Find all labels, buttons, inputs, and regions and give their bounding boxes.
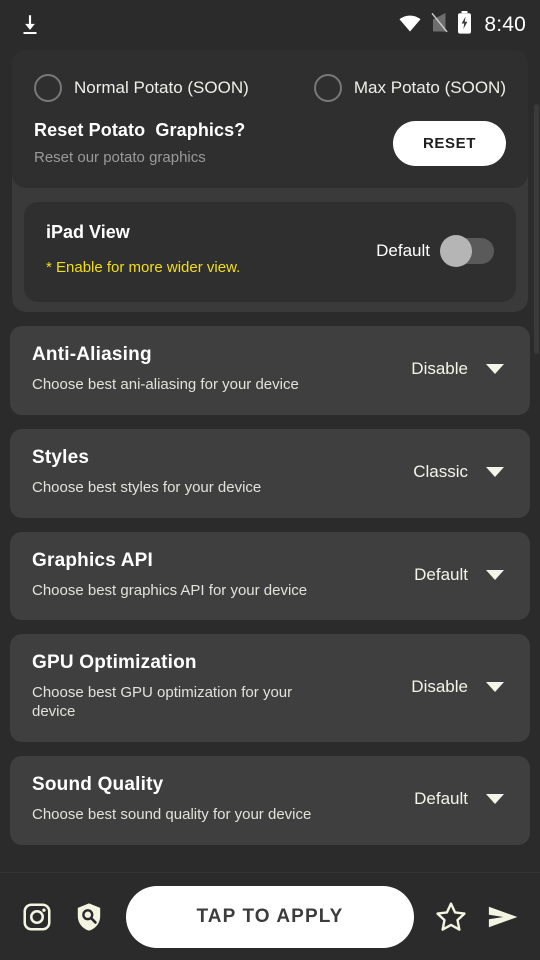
reset-potato-subtitle: Reset our potato graphics xyxy=(34,149,206,166)
setting-value: Disable xyxy=(411,677,468,696)
ipad-view-toggle[interactable] xyxy=(440,235,494,267)
setting-subtitle: Choose best GPU optimization for your de… xyxy=(32,684,293,720)
setting-dropdown[interactable]: Classic xyxy=(413,462,508,482)
reset-button[interactable]: RESET xyxy=(392,120,506,166)
scrollbar-thumb[interactable] xyxy=(534,104,539,354)
setting-value: Default xyxy=(414,564,468,584)
setting-title: Sound Quality xyxy=(32,773,164,795)
shield-search-icon[interactable] xyxy=(66,894,112,940)
status-bar-clock: 8:40 xyxy=(484,13,526,36)
setting-title: Anti-Aliasing xyxy=(32,344,152,365)
radio-circle-icon xyxy=(313,74,342,102)
setting-value: Classic xyxy=(413,462,468,482)
ipad-view-toggle-label: Default xyxy=(376,241,430,260)
ipad-view-texts: iPad View * Enable for more wider view. xyxy=(46,222,376,276)
radio-normal-potato[interactable]: Normal Potato (SOON) xyxy=(34,74,292,102)
setting-card-gpu-optimization[interactable]: GPU Optimization Choose best GPU optimiz… xyxy=(10,634,530,742)
status-bar: 8:40 xyxy=(0,0,540,50)
radio-circle-icon xyxy=(34,74,62,102)
setting-title: GPU Optimization xyxy=(32,652,197,674)
send-icon[interactable] xyxy=(480,894,526,940)
setting-texts: Anti-Aliasing Choose best ani-aliasing f… xyxy=(32,344,332,395)
setting-dropdown[interactable]: Disable xyxy=(411,677,508,697)
chevron-down-icon xyxy=(486,682,504,692)
setting-card-graphics-api[interactable]: Graphics API Choose best graphics API fo… xyxy=(10,531,530,621)
bottom-action-bar: TAP TO APPLY xyxy=(0,872,540,960)
setting-title: Graphics API xyxy=(32,549,154,571)
ipad-view-card: iPad View * Enable for more wider view. … xyxy=(24,202,516,302)
settings-scroll-area[interactable]: Normal Potato (SOON) Max Potato (SOON) R… xyxy=(0,50,540,872)
radio-label: Normal Potato (SOON) xyxy=(74,78,249,97)
reset-potato-title: Reset Potato Graphics? xyxy=(34,120,246,140)
star-outline-icon[interactable] xyxy=(428,894,474,940)
potato-graphics-card: Normal Potato (SOON) Max Potato (SOON) R… xyxy=(12,50,528,188)
bottom-bar-right-icons xyxy=(428,894,526,940)
instagram-icon[interactable] xyxy=(14,894,60,940)
chevron-down-icon xyxy=(486,467,504,478)
reset-potato-texts: Reset Potato Graphics? Reset our potato … xyxy=(34,120,393,166)
setting-subtitle: Choose best ani-aliasing for your device xyxy=(32,376,299,393)
setting-card-styles[interactable]: Styles Choose best styles for your devic… xyxy=(10,428,530,518)
setting-subtitle: Choose best styles for your device xyxy=(32,478,262,496)
status-bar-left xyxy=(16,11,44,39)
setting-dropdown[interactable]: Default xyxy=(414,789,508,809)
chevron-down-icon xyxy=(486,794,504,805)
setting-dropdown[interactable]: Default xyxy=(414,565,508,585)
setting-value: Disable xyxy=(411,359,468,379)
toggle-thumb xyxy=(440,235,472,267)
setting-texts: Graphics API Choose best graphics API fo… xyxy=(32,550,332,601)
signal-off-icon xyxy=(431,12,448,39)
battery-charging-icon xyxy=(457,11,472,39)
bottom-bar-left-icons xyxy=(14,894,112,940)
ipad-view-note: * Enable for more wider view. xyxy=(46,259,241,276)
setting-title: Styles xyxy=(32,446,90,468)
setting-value: Default xyxy=(414,789,468,809)
setting-dropdown[interactable]: Disable xyxy=(411,359,508,379)
setting-card-sound-quality[interactable]: Sound Quality Choose best sound quality … xyxy=(10,755,530,845)
setting-subtitle: Choose best graphics API for your device xyxy=(32,581,308,599)
setting-card-anti-aliasing[interactable]: Anti-Aliasing Choose best ani-aliasing f… xyxy=(10,326,530,415)
chevron-down-icon xyxy=(486,364,504,375)
setting-subtitle: Choose best sound quality for your devic… xyxy=(32,805,312,823)
setting-texts: GPU Optimization Choose best GPU optimiz… xyxy=(32,652,332,722)
chevron-down-icon xyxy=(486,569,504,580)
radio-max-potato[interactable]: Max Potato (SOON) xyxy=(313,74,506,102)
wifi-icon xyxy=(398,13,422,38)
setting-texts: Sound Quality Choose best sound quality … xyxy=(32,774,332,825)
app-root: 8:40 Normal Potato (SOON) Max Potato (SO… xyxy=(0,0,540,960)
potato-radio-row: Normal Potato (SOON) Max Potato (SOON) xyxy=(34,64,506,114)
tap-to-apply-button[interactable]: TAP TO APPLY xyxy=(126,885,414,948)
status-bar-right: 8:40 xyxy=(398,11,526,39)
ipad-view-toggle-group[interactable]: Default xyxy=(376,235,494,267)
radio-label: Max Potato (SOON) xyxy=(353,78,506,97)
download-icon xyxy=(16,11,44,39)
ipad-view-title: iPad View xyxy=(46,222,130,242)
setting-texts: Styles Choose best styles for your devic… xyxy=(32,447,332,498)
reset-potato-row: Reset Potato Graphics? Reset our potato … xyxy=(34,120,506,166)
potato-graphics-group: Normal Potato (SOON) Max Potato (SOON) R… xyxy=(12,50,528,312)
